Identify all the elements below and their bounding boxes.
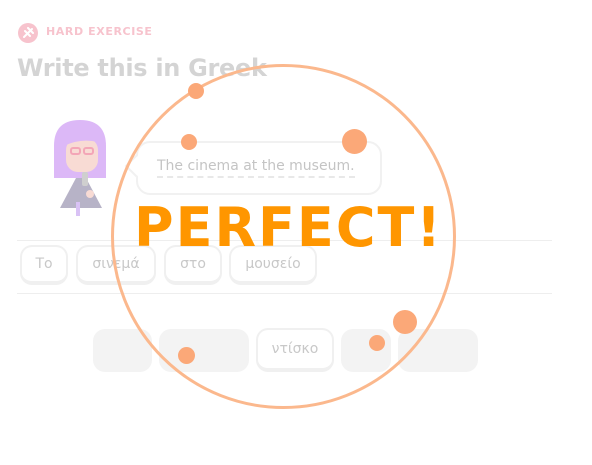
answer-tile[interactable]: Το <box>20 245 68 285</box>
confetti-dot <box>181 134 197 150</box>
hard-exercise-icon <box>18 23 38 43</box>
exercise-difficulty-badge: HARD EXERCISE <box>46 25 153 38</box>
confetti-dot <box>188 83 204 99</box>
perfect-feedback-message: PERFECT! <box>134 196 443 259</box>
confetti-dot <box>178 347 195 364</box>
confetti-dot <box>342 129 367 154</box>
confetti-dot <box>369 335 385 351</box>
confetti-dot <box>393 310 417 334</box>
